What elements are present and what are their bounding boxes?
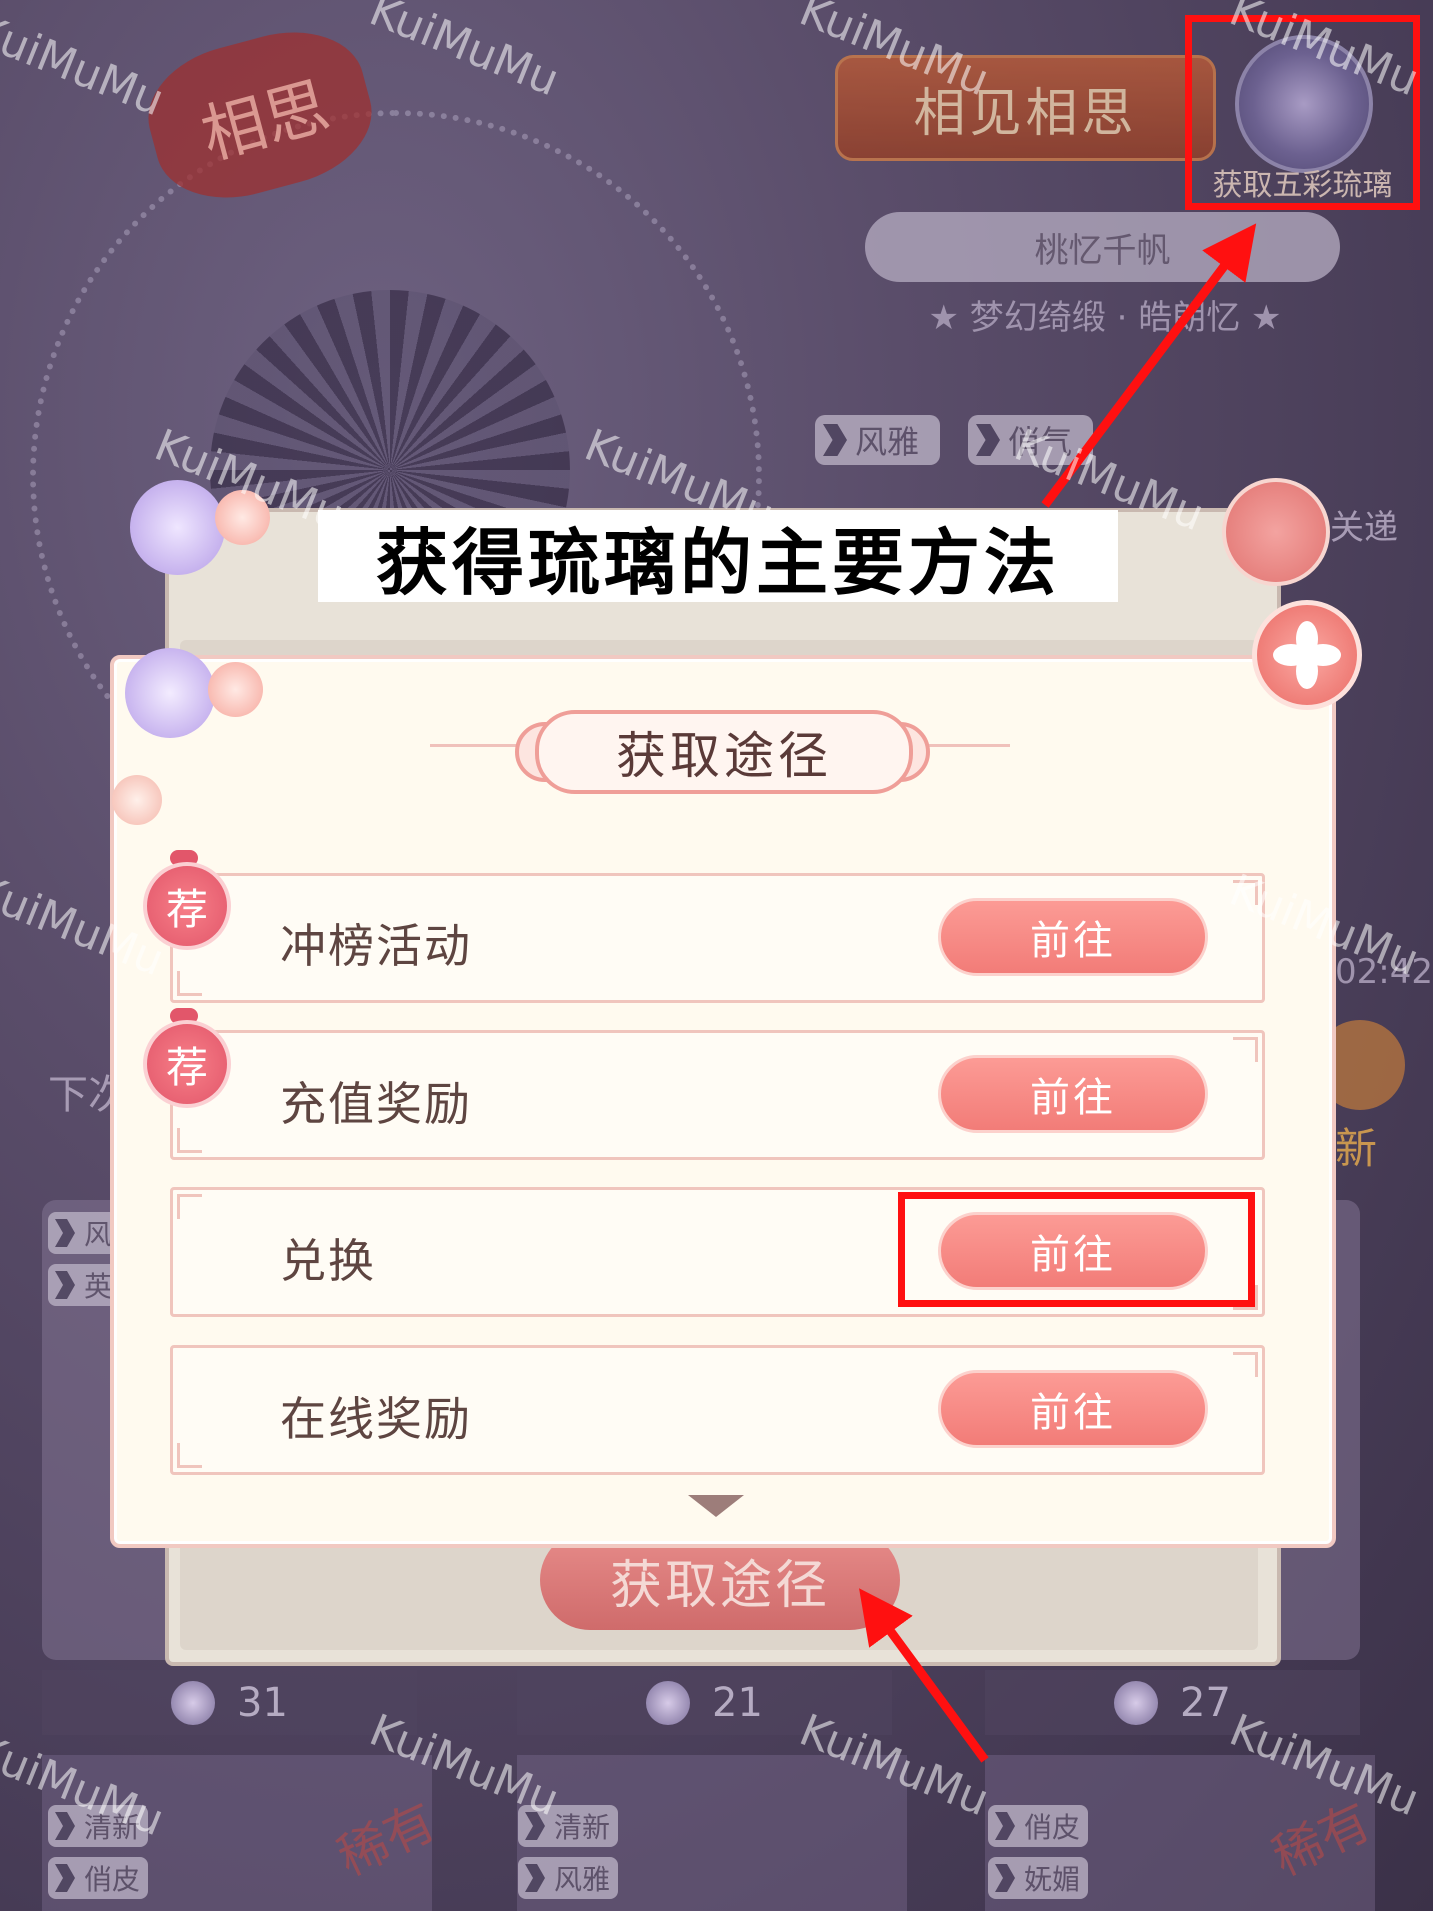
annotation-arrows — [859, 223, 1257, 1763]
